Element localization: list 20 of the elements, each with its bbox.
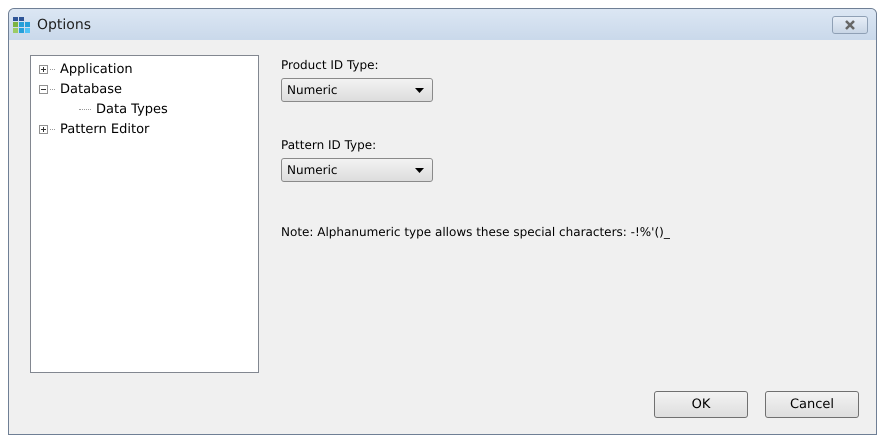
dropdown[interactable]: Numeric <box>281 158 433 182</box>
cancel-button[interactable]: Cancel <box>765 391 859 418</box>
field-label: Pattern ID Type: <box>281 138 378 152</box>
app-icon <box>13 16 31 32</box>
dropdown[interactable]: Numeric <box>281 78 433 102</box>
close-icon <box>844 20 856 30</box>
caret-icon <box>415 168 424 172</box>
caret-icon <box>415 88 424 92</box>
window-title: Options <box>37 16 92 32</box>
field-label: Product ID Type: <box>281 58 380 72</box>
tree-item[interactable]: Data Types <box>94 102 170 116</box>
tree-item[interactable]: Application <box>58 62 135 76</box>
note-text: Note: Alphanumeric type allows these special characters: -!%'()_ <box>281 225 670 239</box>
close-button[interactable] <box>832 16 868 34</box>
collapse-icon[interactable] <box>39 84 48 94</box>
expand-icon[interactable] <box>39 124 48 134</box>
tree-item[interactable]: Database <box>58 82 124 96</box>
ok-button[interactable]: OK <box>654 391 748 418</box>
tree-item[interactable]: Pattern Editor <box>58 122 152 136</box>
expand-icon[interactable] <box>39 64 48 74</box>
